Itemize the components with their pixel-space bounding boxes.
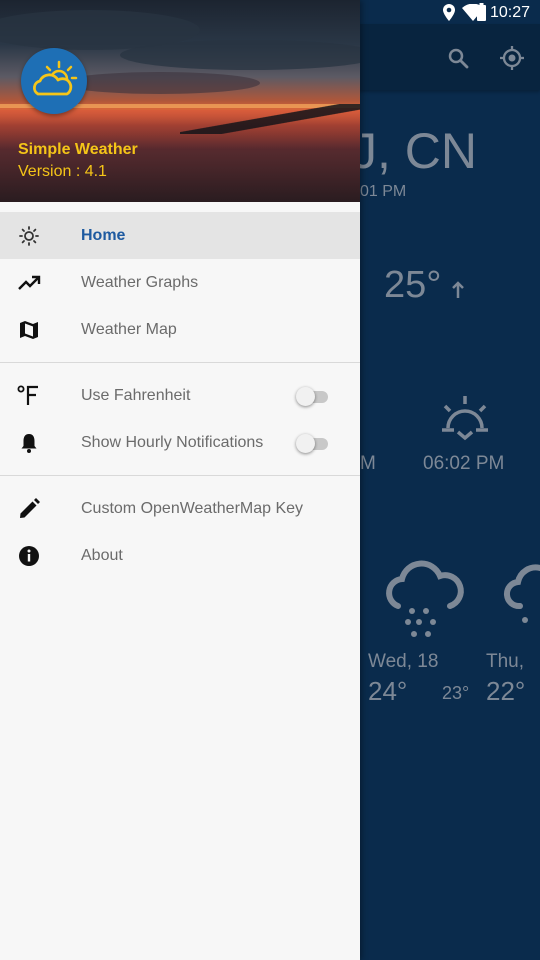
bell-icon: [17, 431, 41, 455]
rain-cloud-icon: [378, 556, 468, 651]
status-bar: 10:27: [0, 0, 540, 24]
menu-label-hourly-notifications: Show Hourly Notifications: [81, 434, 264, 451]
sunrise-time-partial: M: [360, 453, 376, 474]
battery-icon: [477, 3, 486, 26]
menu-item-about[interactable]: About: [0, 532, 360, 579]
city-name: J, CN: [352, 123, 477, 179]
trending-up-icon: [17, 271, 41, 295]
forecast-day-1: Wed, 18: [368, 651, 439, 672]
sunset-icon: [436, 392, 494, 447]
header-cloud: [120, 40, 360, 70]
sun-icon: [17, 224, 41, 248]
menu-label-about: About: [81, 547, 123, 564]
pencil-icon: [17, 497, 41, 521]
menu-item-hourly-notifications[interactable]: Show Hourly Notifications: [0, 419, 360, 466]
menu-item-weather-map[interactable]: Weather Map: [0, 306, 360, 353]
forecast-high-2: 22°: [486, 676, 526, 706]
my-location-icon[interactable]: [499, 45, 525, 76]
current-temperature: 25°: [384, 264, 442, 306]
menu-divider: [0, 475, 360, 476]
notifications-toggle[interactable]: [296, 433, 330, 453]
fahrenheit-icon: [17, 384, 41, 408]
map-icon: [17, 318, 41, 342]
sun-cloud-logo-icon: [33, 60, 78, 96]
menu-item-custom-api-key[interactable]: Custom OpenWeatherMap Key: [0, 485, 360, 532]
menu-label-weather-graphs: Weather Graphs: [81, 274, 199, 291]
fahrenheit-toggle[interactable]: [296, 386, 330, 406]
app-version: Version : 4.1: [18, 163, 107, 180]
navigation-drawer: Simple Weather Version : 4.1 Home Weathe…: [0, 0, 360, 960]
pier: [180, 104, 360, 134]
forecast-low-1: 23°: [442, 683, 470, 703]
clock: 10:27: [489, 4, 530, 21]
drawer-header: Simple Weather Version : 4.1: [0, 0, 360, 202]
menu-label-home: Home: [81, 227, 126, 244]
sunset-time: 06:02 PM: [423, 453, 505, 474]
menu-label-weather-map: Weather Map: [81, 321, 177, 338]
app-name: Simple Weather: [18, 141, 138, 158]
app-logo: [21, 48, 87, 114]
cloud-icon: [494, 560, 540, 645]
header-cloud: [60, 72, 260, 94]
search-icon[interactable]: [446, 46, 470, 75]
menu-label-use-fahrenheit: Use Fahrenheit: [81, 387, 191, 404]
menu-divider: [0, 362, 360, 363]
updated-time: 01 PM: [360, 183, 407, 200]
forecast-day-2: Thu,: [486, 651, 525, 672]
toggle-thumb: [296, 387, 315, 406]
menu-item-weather-graphs[interactable]: Weather Graphs: [0, 259, 360, 306]
arrow-up-icon: [450, 280, 466, 305]
location-icon: [442, 4, 456, 26]
menu-label-custom-api-key: Custom OpenWeatherMap Key: [81, 500, 304, 517]
menu-item-use-fahrenheit[interactable]: Use Fahrenheit: [0, 372, 360, 419]
menu-item-home[interactable]: Home: [0, 212, 360, 259]
forecast-high-1: 24°: [368, 676, 408, 706]
info-icon: [17, 544, 41, 568]
toggle-thumb: [296, 434, 315, 453]
